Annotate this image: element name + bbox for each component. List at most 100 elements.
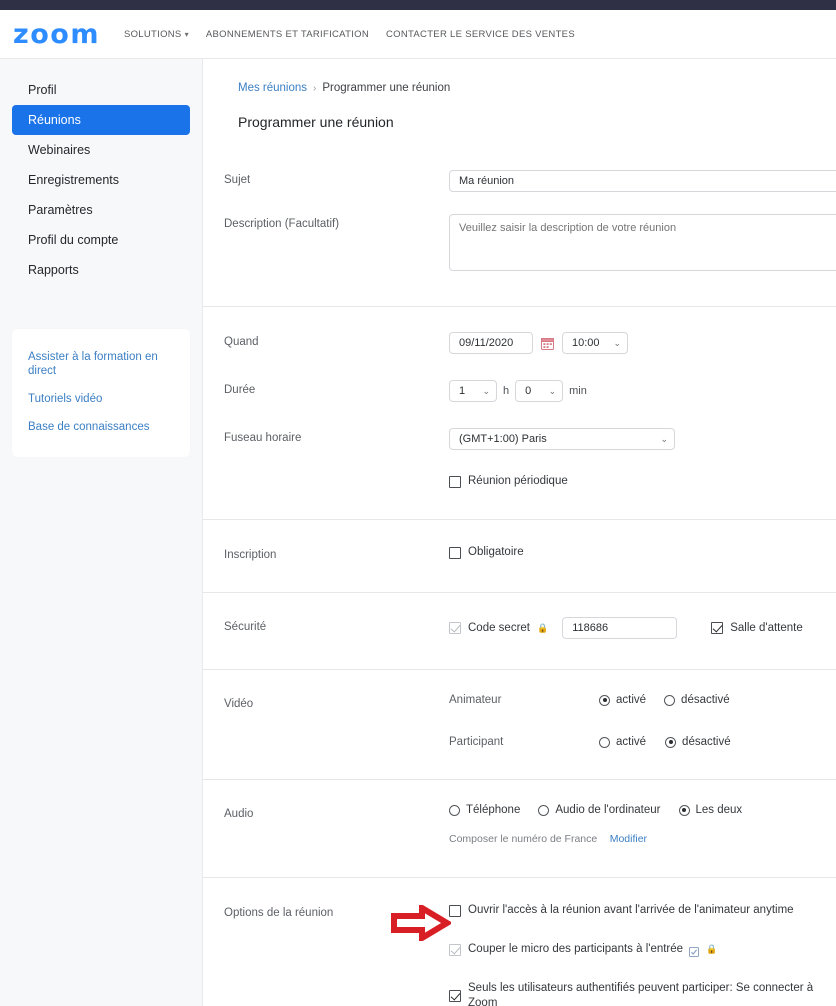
video-participant-radio-group: activé désactivé — [599, 736, 749, 748]
option-authenticated-users-label: Seuls les utilisateurs authentifiés peuv… — [468, 982, 814, 1006]
video-host-label: Animateur — [449, 694, 502, 706]
video-participant-on-option[interactable]: activé — [599, 736, 646, 748]
video-host-on-radio[interactable] — [599, 694, 610, 706]
option-join-before-host-label: Ouvrir l'accès à la réunion avant l'arri… — [468, 904, 794, 916]
waiting-room-checkbox-row[interactable]: Salle d'attente — [711, 621, 803, 636]
timezone-select[interactable]: (GMT+1:00) Paris ⌄ — [449, 428, 675, 450]
audio-both-radio[interactable] — [678, 804, 690, 816]
chevron-down-icon: ⌄ — [660, 434, 668, 444]
video-participant-label: Participant — [449, 736, 504, 748]
timezone-field-wrap: (GMT+1:00) Paris ⌄ — [449, 428, 836, 450]
meeting-options-wrap: Ouvrir l'accès à la réunion avant l'arri… — [449, 903, 836, 1006]
nav-item-pricing[interactable]: ABONNEMENTS ET TARIFICATION — [206, 29, 369, 40]
sidebar-item-reunions[interactable]: Réunions — [12, 105, 190, 135]
passcode-checkbox — [449, 622, 461, 634]
audio-both-option[interactable]: Les deux — [678, 804, 743, 816]
sidebar-help-links: Assister à la formation en direct Tutori… — [12, 329, 190, 457]
section-basic-info: Sujet Description (Facultatif) — [203, 148, 836, 307]
when-field-wrap: 10:00 ⌄ — [449, 332, 836, 354]
chevron-down-icon: ▾ — [184, 29, 189, 39]
sidebar-link-knowledge-base[interactable]: Base de connaissances — [12, 413, 190, 441]
video-participant-off-label: désactivé — [682, 736, 731, 748]
audio-computer-radio[interactable] — [538, 804, 550, 816]
sidebar-item-parametres[interactable]: Paramètres — [12, 195, 190, 225]
sidebar-item-webinaires[interactable]: Webinaires — [12, 135, 190, 165]
video-participant-on-radio[interactable] — [599, 736, 610, 748]
zoom-logo[interactable]: zoom — [13, 21, 100, 48]
date-input[interactable] — [449, 332, 533, 354]
lock-icon: 🔒 — [537, 622, 549, 633]
audio-telephone-option[interactable]: Téléphone — [449, 804, 520, 816]
security-label: Sécurité — [224, 621, 267, 633]
passcode-input[interactable] — [562, 617, 678, 639]
registration-required-checkbox-row[interactable]: Obligatoire — [449, 545, 836, 560]
section-registration: Inscription Obligatoire — [203, 520, 836, 593]
subject-label: Sujet — [224, 174, 251, 186]
field-row-timezone: Fuseau horaire (GMT+1:00) Paris ⌄ — [203, 402, 836, 450]
duration-hours-unit: h — [503, 385, 510, 397]
chevron-down-icon: ⌄ — [482, 386, 490, 396]
option-join-before-host-checkbox[interactable] — [449, 904, 461, 917]
audio-telephone-radio[interactable] — [449, 804, 460, 816]
subject-input[interactable] — [449, 170, 836, 192]
sidebar-item-profil-du-compte[interactable]: Profil du compte — [12, 225, 190, 255]
waiting-room-checkbox[interactable] — [711, 622, 724, 634]
video-host-on-option[interactable]: activé — [599, 694, 646, 706]
passcode-checkbox-row[interactable]: Code secret — [449, 621, 530, 636]
option-mute-on-entry-row[interactable]: Couper le micro des participants à l'ent… — [449, 942, 836, 957]
audio-computer-label: Audio de l'ordinateur — [555, 804, 661, 816]
sidebar-item-rapports[interactable]: Rapports — [12, 255, 190, 285]
when-label: Quand — [224, 336, 259, 348]
option-authenticated-users-checkbox[interactable] — [449, 990, 461, 1002]
duration-minutes-select[interactable]: 0 ⌄ — [515, 380, 564, 402]
video-host-off-label: désactivé — [681, 694, 730, 706]
video-participant-off-option[interactable]: désactivé — [665, 736, 731, 748]
video-host-off-radio[interactable] — [664, 694, 676, 706]
sidebar-link-video-tutorials[interactable]: Tutoriels vidéo — [12, 385, 190, 413]
registration-required-label: Obligatoire — [468, 546, 524, 558]
breadcrumb-current: Programmer une réunion — [322, 82, 451, 94]
recurring-meeting-checkbox[interactable] — [449, 475, 461, 488]
sidebar-item-profil[interactable]: Profil — [12, 75, 190, 105]
lock-icon: 🔒 — [706, 944, 718, 954]
waiting-room-label: Salle d'attente — [730, 621, 803, 634]
nav-item-solutions[interactable]: SOLUTIONS ▾ — [124, 29, 189, 40]
recurring-meeting-checkbox-row[interactable]: Réunion périodique — [449, 474, 836, 489]
calendar-icon[interactable] — [541, 337, 554, 350]
section-meeting-options: Options de la réunion Ouvrir l'accès à l… — [203, 878, 836, 1006]
option-join-before-host-row[interactable]: Ouvrir l'accès à la réunion avant l'arri… — [449, 903, 836, 918]
page-title: Programmer une réunion — [238, 114, 394, 130]
audio-computer-option[interactable]: Audio de l'ordinateur — [538, 804, 661, 816]
field-row-description: Description (Facultatif) — [203, 192, 836, 306]
duration-hours-select[interactable]: 1 ⌄ — [449, 380, 497, 402]
option-authenticated-users-row[interactable]: Seuls les utilisateurs authentifiés peuv… — [449, 981, 836, 1006]
description-textarea[interactable] — [449, 214, 836, 271]
schedule-meeting-form: Sujet Description (Facultatif) Quand — [203, 148, 836, 1006]
registration-required-checkbox[interactable] — [449, 546, 461, 559]
sidebar-item-enregistrements[interactable]: Enregistrements — [12, 165, 190, 195]
field-row-when: Quand 09/11/2020 10:00 ⌄ — [203, 307, 836, 354]
info-badge-icon — [689, 945, 700, 957]
field-row-security: Sécurité Code secret 🔒 Salle d'attente — [203, 593, 836, 669]
option-mute-on-entry-checkbox — [449, 943, 461, 956]
audio-both-label: Les deux — [695, 804, 743, 816]
field-row-duration: Durée 1 ⌄ h 0 ⌄ min — [203, 354, 836, 402]
video-participant-off-radio[interactable] — [665, 736, 677, 748]
meeting-options-label: Options de la réunion — [224, 907, 334, 919]
sidebar: Profil Réunions Webinaires Enregistremen… — [0, 59, 203, 1006]
video-host-off-option[interactable]: désactivé — [664, 694, 730, 706]
audio-dialin-text: Composer le numéro de France — [449, 833, 598, 845]
audio-label: Audio — [224, 808, 254, 820]
nav-item-contact-sales[interactable]: CONTACTER LE SERVICE DES VENTES — [386, 29, 575, 40]
section-video: Vidéo Animateur activé désactivé Partici… — [203, 670, 836, 780]
field-row-audio: Audio Téléphone Audio de l'ordinateur Le… — [203, 780, 836, 877]
time-select[interactable]: 10:00 ⌄ — [562, 332, 628, 354]
top-dark-strip — [0, 0, 836, 10]
timezone-label: Fuseau horaire — [224, 432, 302, 444]
audio-edit-link[interactable]: Modifier — [610, 833, 647, 845]
breadcrumb-parent-link[interactable]: Mes réunions — [238, 82, 307, 94]
video-label: Vidéo — [224, 698, 254, 710]
video-participant-wrap: Participant activé désactivé — [449, 736, 836, 748]
global-navigation-bar: zoom SOLUTIONS ▾ ABONNEMENTS ET TARIFICAT… — [0, 10, 836, 59]
sidebar-link-live-training[interactable]: Assister à la formation en direct — [12, 343, 190, 385]
